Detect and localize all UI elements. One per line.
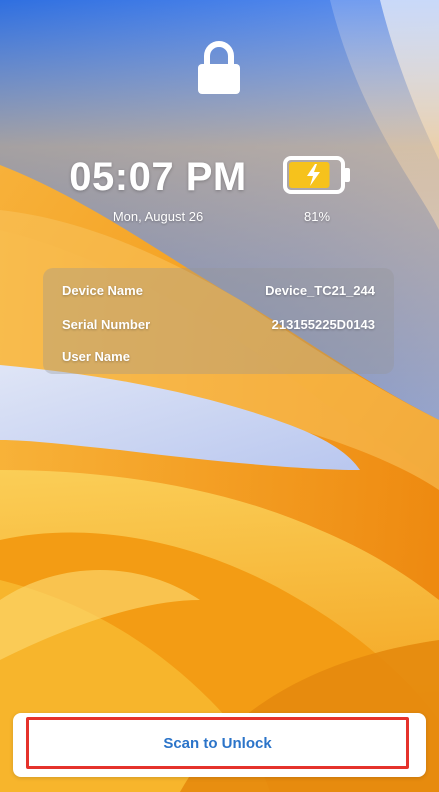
lock-screen: 05:07 PM Mon, August 26 81% Device Name … [0,0,439,792]
serial-number-value: 213155225D0143 [271,317,375,332]
battery-percent: 81% [303,209,331,224]
unlock-bar: Scan to Unlock [13,713,426,777]
user-name-label: User Name [62,349,130,364]
battery-charging-icon [283,156,350,194]
date-label: Mon, August 26 [112,209,204,224]
lock-icon [198,41,240,94]
user-name-row: User Name [62,349,375,369]
wallpaper [0,0,439,792]
serial-number-label: Serial Number [62,317,151,332]
scan-to-unlock-button[interactable]: Scan to Unlock [26,717,409,769]
clock-time: 05:07 PM [69,155,247,199]
device-name-row: Device Name Device_TC21_244 [62,283,375,303]
serial-number-row: Serial Number 213155225D0143 [62,317,375,337]
device-name-label: Device Name [62,283,143,298]
device-name-value: Device_TC21_244 [265,283,375,298]
device-info-card: Device Name Device_TC21_244 Serial Numbe… [43,268,394,374]
